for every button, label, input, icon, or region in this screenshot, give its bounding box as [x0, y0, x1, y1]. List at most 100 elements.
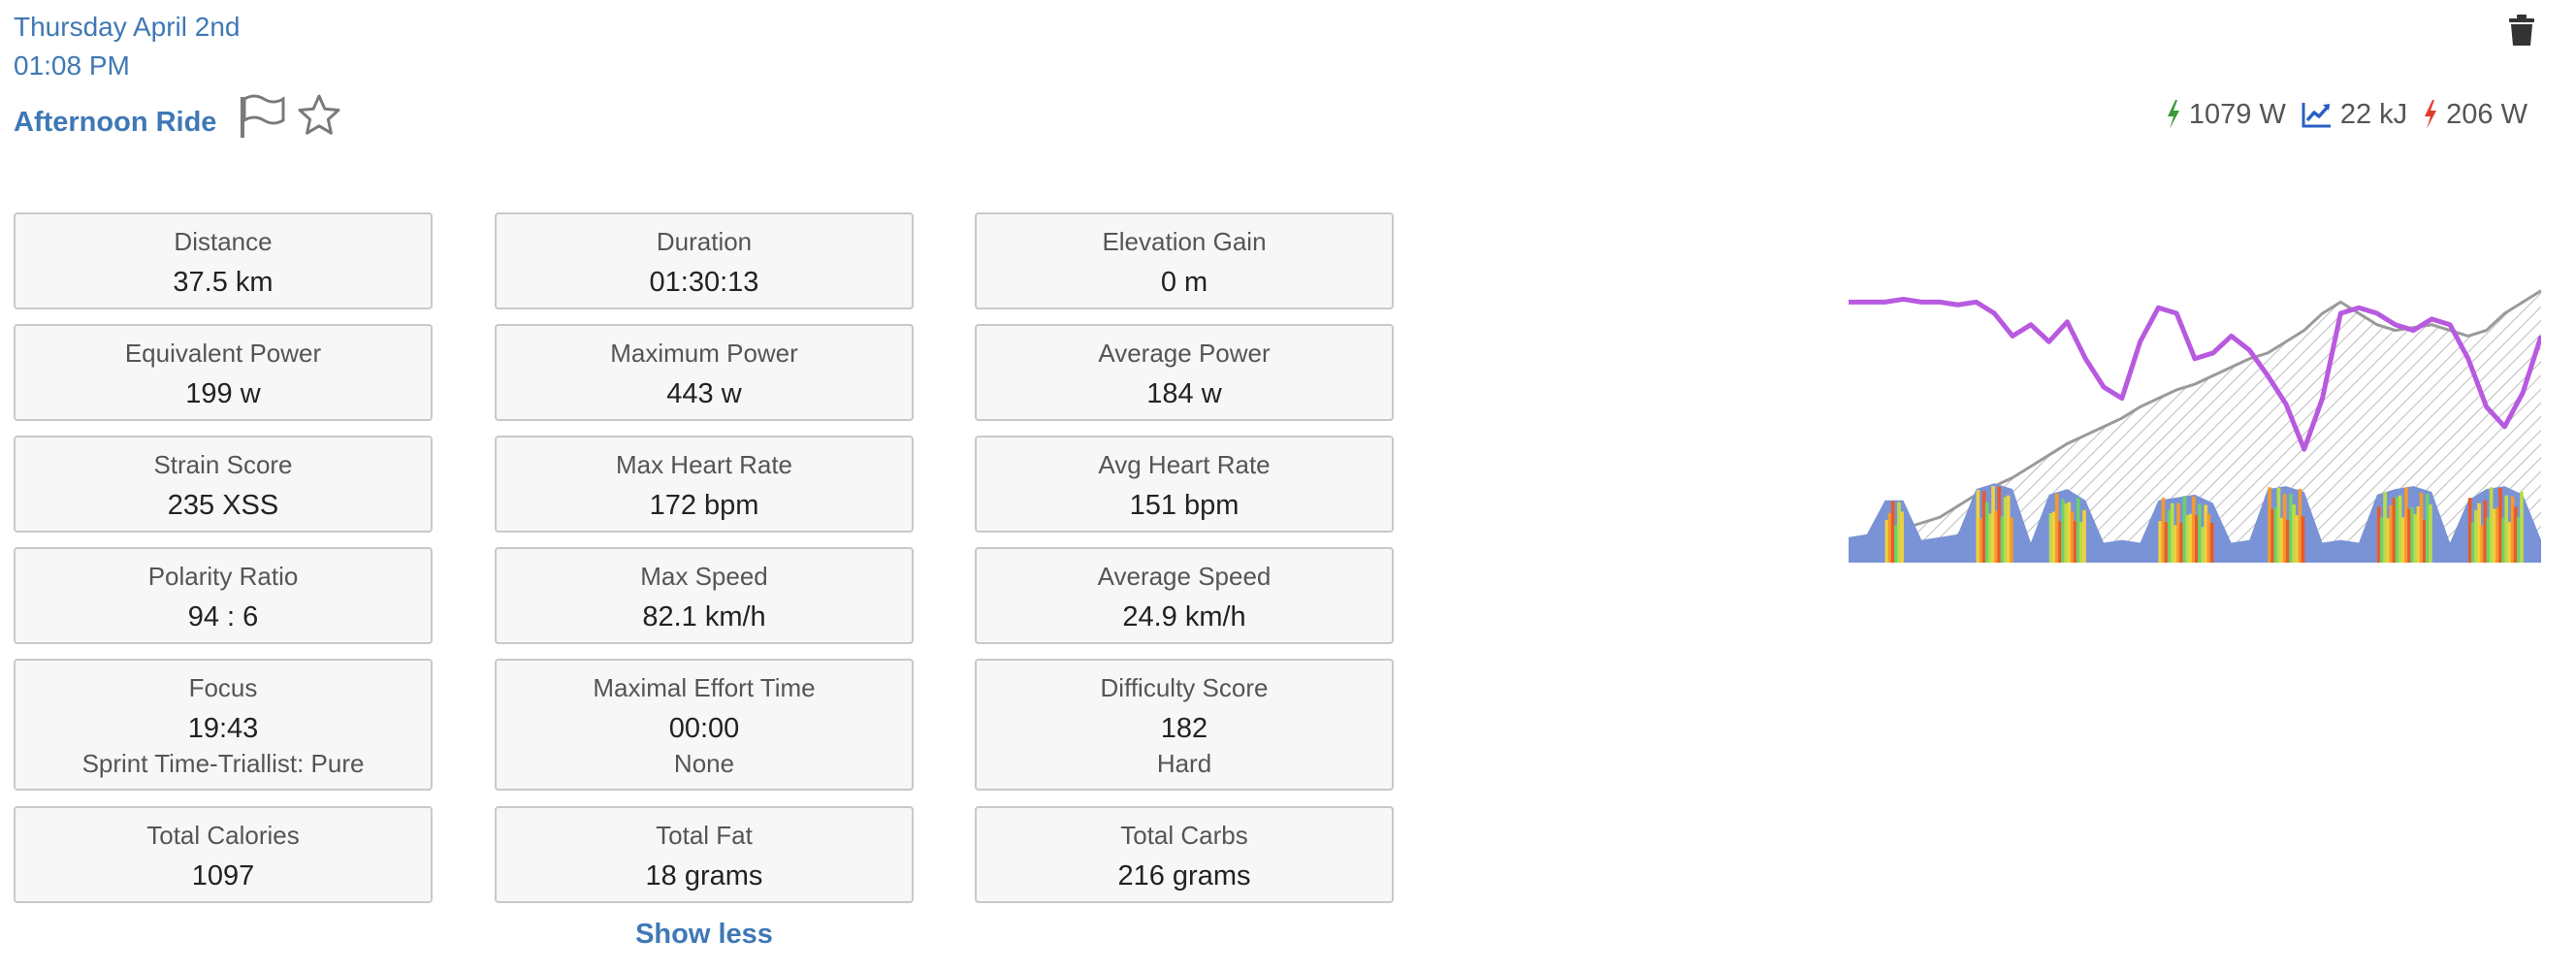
chart-intensity-bar [2496, 507, 2499, 563]
chart-intensity-bar [2054, 493, 2059, 563]
metric-label: Maximum Power [610, 339, 798, 368]
metric-card: Distance 37.5 km [14, 212, 433, 309]
metric-card: Focus 19:43 Sprint Time-Triallist: Pure [14, 659, 433, 791]
chart-intensity-bar [2273, 507, 2278, 563]
show-less-link[interactable]: Show less [495, 915, 914, 954]
chart-intensity-bar [2188, 513, 2193, 563]
metric-value: 94 : 6 [187, 601, 259, 632]
chart-intensity-bar [2209, 523, 2214, 563]
metric-subvalue: None [673, 749, 735, 778]
chart-intensity-bar [2301, 516, 2305, 563]
chart-intensity-bar [2410, 507, 2414, 563]
metric-value: 0 m [1160, 267, 1208, 298]
chart-intensity-bar [2082, 509, 2086, 563]
metric-card: Elevation Gain 0 m [975, 212, 1394, 309]
chart-intensity-bar [2520, 492, 2524, 563]
peak-power-value: 1079 W [2188, 98, 2286, 130]
metric-card: Maximum Power 443 w [495, 324, 914, 421]
metric-value: 82.1 km/h [642, 601, 766, 632]
activity-sparkline-chart [1849, 289, 2541, 563]
activity-title[interactable]: Afternoon Ride [14, 101, 216, 144]
chart-intensity-bar [1997, 486, 2002, 563]
threshold-power-item: 206 W [2423, 99, 2528, 131]
metric-value: 443 w [666, 378, 742, 409]
lightning-icon [2425, 100, 2437, 129]
metric-value: 24.9 km/h [1122, 601, 1246, 632]
metric-card: Max Heart Rate 172 bpm [495, 436, 914, 533]
chart-intensity-bar [2429, 504, 2432, 563]
metric-card: Duration 01:30:13 [495, 212, 914, 309]
metric-label: Average Speed [1097, 562, 1272, 591]
chart-intensity-bar [2477, 502, 2481, 563]
chart-intensity-bar [2285, 520, 2290, 563]
metric-value: 199 w [185, 378, 261, 409]
metric-value: 184 w [1146, 378, 1222, 409]
metric-card: Max Speed 82.1 km/h [495, 547, 914, 644]
metric-card: Maximal Effort Time 00:00 None [495, 659, 914, 791]
chart-intensity-bar [2380, 517, 2384, 563]
metric-label: Difficulty Score [1100, 673, 1269, 702]
chart-intensity-bar [1890, 501, 1895, 563]
metric-subvalue: Hard [1156, 749, 1212, 778]
lightning-icon [2167, 100, 2179, 129]
metric-card: Average Power 184 w [975, 324, 1394, 421]
chart-intensity-bar [2486, 517, 2491, 563]
metric-value: 216 grams [1117, 860, 1251, 891]
metric-value: 18 grams [645, 860, 763, 891]
metric-label: Total Fat [656, 821, 753, 850]
metric-label: Polarity Ratio [147, 562, 299, 591]
chart-intensity-bar [1900, 511, 1904, 563]
metric-label: Distance [174, 227, 273, 256]
metric-label: Total Carbs [1120, 821, 1248, 850]
metric-label: Average Power [1098, 339, 1271, 368]
metric-value: 1097 [191, 860, 255, 891]
chart-intensity-bar [2295, 515, 2299, 563]
metric-label: Max Speed [640, 562, 768, 591]
chart-intensity-bar [2504, 495, 2509, 563]
metric-label: Duration [656, 227, 753, 256]
flag-icon[interactable] [239, 93, 287, 140]
metric-value: 151 bpm [1129, 490, 1240, 521]
chart-intensity-bar [2064, 503, 2068, 563]
metric-subvalue: Sprint Time-Triallist: Pure [81, 749, 365, 778]
metric-card: Total Carbs 216 grams [975, 806, 1394, 903]
metric-label: Focus [188, 673, 258, 702]
chart-intensity-bar [2206, 513, 2211, 563]
metric-label: Total Calories [146, 821, 300, 850]
chart-intensity-bar [2010, 517, 2013, 563]
chart-intensity-bar [2467, 498, 2472, 563]
chart-intensity-bar [2179, 522, 2183, 563]
metric-label: Avg Heart Rate [1098, 450, 1271, 479]
chart-intensity-bar [2400, 517, 2405, 563]
work-item: 22 kJ [2302, 99, 2407, 131]
metric-value: 172 bpm [649, 490, 759, 521]
star-icon[interactable] [297, 93, 341, 138]
metric-value: 01:30:13 [649, 267, 759, 298]
metric-label: Maximal Effort Time [593, 673, 816, 702]
metric-label: Max Heart Rate [615, 450, 793, 479]
trash-icon[interactable] [2508, 14, 2535, 47]
metric-card: Difficulty Score 182 Hard [975, 659, 1394, 791]
chart-intensity-bar [2516, 517, 2521, 563]
metric-label: Elevation Gain [1102, 227, 1267, 256]
chart-intensity-bar [2198, 503, 2202, 563]
activity-date: Thursday April 2nd [14, 12, 241, 42]
metric-card: Strain Score 235 XSS [14, 436, 433, 533]
metric-value: 00:00 [668, 713, 740, 744]
metric-card: Polarity Ratio 94 : 6 [14, 547, 433, 644]
chart-intensity-bar [2158, 521, 2163, 563]
line-chart-icon [2302, 103, 2331, 128]
peak-power-item: 1079 W [2166, 99, 2286, 131]
metric-value: 37.5 km [173, 267, 274, 298]
metric-card: Equivalent Power 199 w [14, 324, 433, 421]
metric-card: Avg Heart Rate 151 bpm [975, 436, 1394, 533]
chart-intensity-bar [1984, 502, 1989, 563]
metric-value: 19:43 [187, 713, 259, 744]
metric-label: Strain Score [153, 450, 293, 479]
threshold-power-value: 206 W [2446, 98, 2528, 130]
activity-time: 01:08 PM [14, 50, 130, 81]
chart-intensity-bar [2073, 521, 2077, 563]
chart-intensity-bar [2170, 502, 2174, 563]
work-value: 22 kJ [2339, 98, 2408, 130]
metric-label: Equivalent Power [124, 339, 322, 368]
